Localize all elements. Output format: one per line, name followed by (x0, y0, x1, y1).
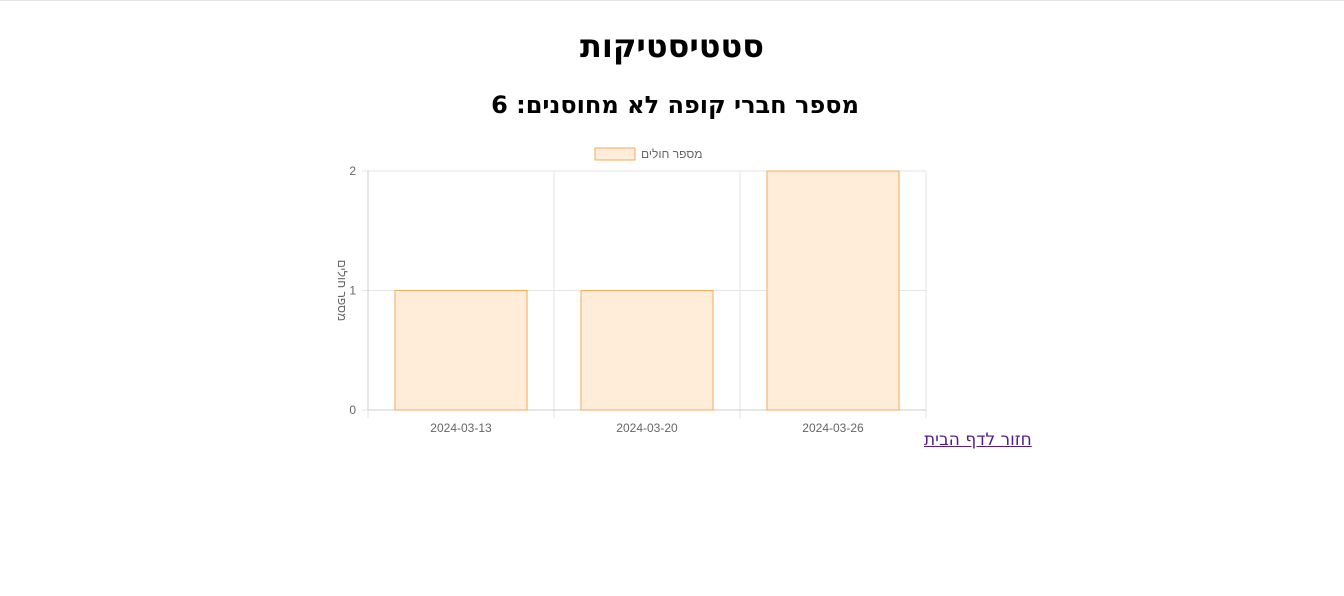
chart-svg: 0 1 2 2024-03-13 2024-03-20 2024-03-26 מספר חו… (335, 147, 927, 435)
x-tick-label: 2024-03-13 (430, 421, 492, 435)
legend-swatch[interactable] (594, 147, 636, 161)
x-tick-label: 2024-03-26 (802, 421, 864, 435)
chart-bars (394, 170, 900, 411)
unvaccinated-count-heading: מספר חברי קופה לא מחוסנים: 6 (491, 91, 859, 119)
chart-legend[interactable]: מספר חולים (594, 147, 702, 161)
bar-2024-03-13[interactable] (394, 290, 528, 411)
y-tick-label: 2 (349, 164, 356, 178)
y-tick-label: 1 (349, 284, 356, 298)
y-axis-title: מספר חולים (335, 260, 349, 321)
top-divider (0, 0, 1344, 1)
legend-label[interactable]: מספר חולים (641, 147, 702, 161)
bar-2024-03-20[interactable] (580, 290, 714, 411)
page-title: סטטיסטיקות (580, 27, 764, 65)
patients-bar-chart: 0 1 2 2024-03-13 2024-03-20 2024-03-26 מספר חו… (320, 136, 940, 446)
back-home-link[interactable]: חזור לדף הבית (924, 428, 1032, 452)
bar-2024-03-26[interactable] (766, 170, 900, 411)
y-tick-label: 0 (349, 403, 356, 417)
x-tick-label: 2024-03-20 (616, 421, 678, 435)
